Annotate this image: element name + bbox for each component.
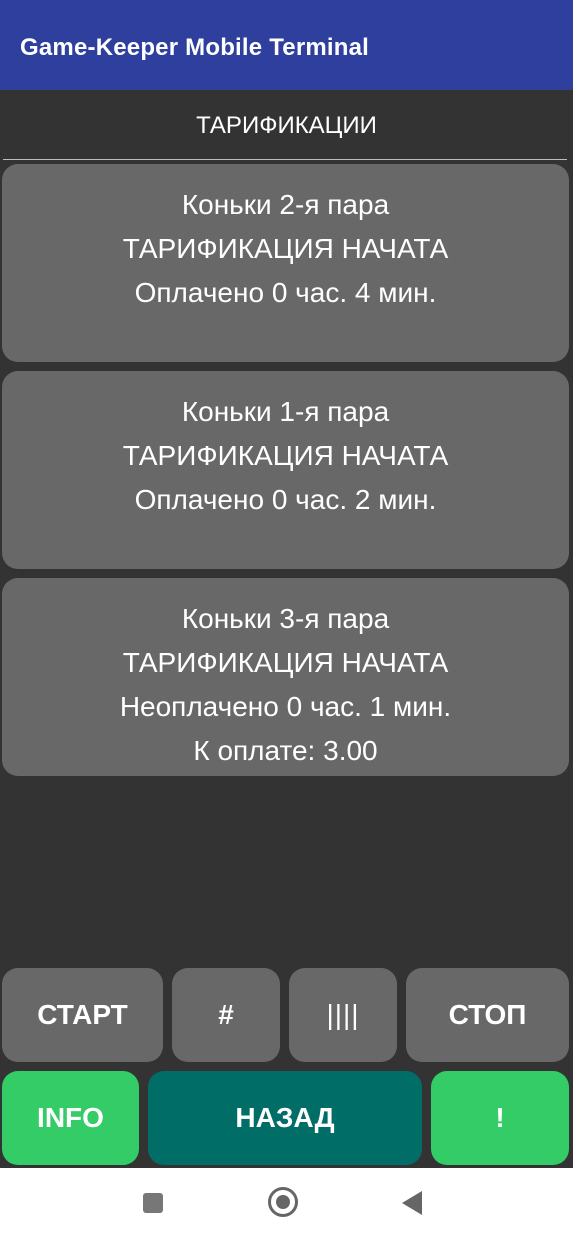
- stop-button[interactable]: СТОП: [406, 968, 569, 1062]
- start-button[interactable]: СТАРТ: [2, 968, 163, 1062]
- app-bar: Game-Keeper Mobile Terminal: [0, 0, 573, 90]
- card-item-name: Коньки 3-я пара: [181, 603, 390, 634]
- hash-button[interactable]: #: [172, 968, 280, 1062]
- section-divider: [3, 159, 567, 160]
- card-status: ТАРИФИКАЦИЯ НАЧАТА: [122, 647, 449, 678]
- tariff-card-2[interactable]: Коньки 1-я пара ТАРИФИКАЦИЯ НАЧАТА Оплач…: [2, 371, 569, 569]
- triangle-back-icon[interactable]: [402, 1191, 422, 1215]
- card-item-name: Коньки 2-я пара: [181, 189, 390, 220]
- card-amount: К оплате: 3.00: [193, 735, 378, 766]
- app-title: Game-Keeper Mobile Terminal: [20, 34, 370, 61]
- card-item-name: Коньки 1-я пара: [181, 396, 390, 427]
- card-status: ТАРИФИКАЦИЯ НАЧАТА: [122, 233, 449, 264]
- system-nav-bar: [0, 1168, 573, 1239]
- section-title: ТАРИФИКАЦИИ: [196, 112, 377, 139]
- info-button[interactable]: INFO: [2, 1071, 139, 1165]
- alert-button[interactable]: !: [431, 1071, 569, 1165]
- card-time: Оплачено 0 час. 4 мин.: [134, 277, 437, 308]
- card-time: Оплачено 0 час. 2 мин.: [134, 484, 437, 515]
- card-status: ТАРИФИКАЦИЯ НАЧАТА: [122, 440, 449, 471]
- back-button[interactable]: НАЗАД: [148, 1071, 422, 1165]
- barcode-button[interactable]: ||||: [289, 968, 397, 1062]
- tariff-card-3[interactable]: Коньки 3-я пара ТАРИФИКАЦИЯ НАЧАТА Неопл…: [2, 578, 569, 776]
- circle-icon[interactable]: [268, 1187, 298, 1217]
- card-time: Неоплачено 0 час. 1 мин.: [119, 691, 452, 722]
- tariff-card-1[interactable]: Коньки 2-я пара ТАРИФИКАЦИЯ НАЧАТА Оплач…: [2, 164, 569, 362]
- square-icon[interactable]: [143, 1193, 163, 1213]
